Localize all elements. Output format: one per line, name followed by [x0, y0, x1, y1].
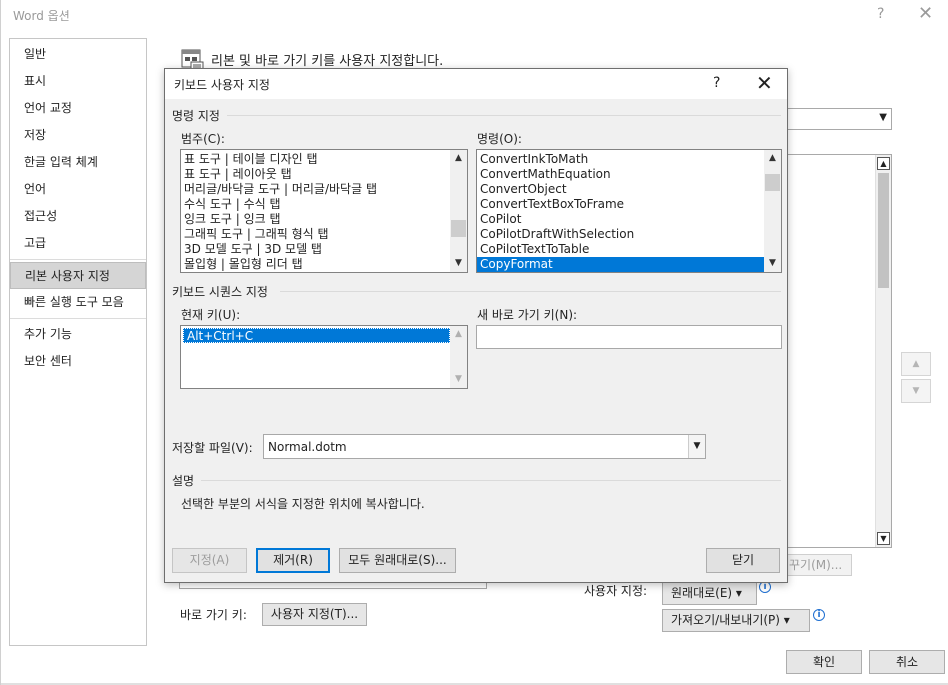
- nav-item-add-ins[interactable]: 추가 기능: [10, 321, 146, 348]
- list-item[interactable]: 그래픽 도구 | 그래픽 형식 탭: [181, 227, 467, 242]
- scroll-down-icon[interactable]: ▼: [764, 255, 781, 272]
- move-up-button[interactable]: ▲: [901, 352, 931, 376]
- list-item[interactable]: 표 도구 | 테이블 디자인 탭: [181, 152, 467, 167]
- ribbon-list-scrollbar[interactable]: ▲ ▼: [875, 155, 891, 547]
- description-text: 선택한 부분의 서식을 지정한 위치에 복사합니다.: [181, 497, 425, 511]
- page-heading-text: 리본 및 바로 가기 키를 사용자 지정합니다.: [211, 53, 444, 69]
- reset-dropdown[interactable]: 원래대로(E) ▾: [662, 582, 757, 605]
- chevron-down-icon: ▼: [879, 112, 887, 123]
- customize-keyboard-dialog: 키보드 사용자 지정 ? ✕ 명령 지정 범주(C): 표 도구 | 테이블 디…: [164, 68, 788, 583]
- description-group-label: 설명: [172, 474, 195, 488]
- list-item[interactable]: CoPilot: [477, 212, 781, 227]
- list-item[interactable]: 몰입형 | 몰입형 리더 탭: [181, 257, 467, 272]
- list-item[interactable]: CoPilotDraftWithSelection: [477, 227, 781, 242]
- current-keys-scrollbar[interactable]: ▲ ▼: [450, 326, 467, 388]
- customize-shortcuts-button[interactable]: 사용자 지정(T)...: [262, 603, 367, 626]
- scroll-thumb[interactable]: [765, 174, 780, 191]
- nav-item-quick-access-toolbar[interactable]: 빠른 실행 도구 모음: [10, 289, 146, 316]
- current-keys-label: 현재 키(U):: [181, 308, 241, 322]
- move-down-button[interactable]: ▼: [901, 379, 931, 403]
- nav-item-accessibility[interactable]: 접근성: [10, 203, 146, 230]
- category-list[interactable]: 표 도구 | 테이블 디자인 탭 표 도구 | 레이아웃 탭 머리글/바닥글 도…: [180, 149, 468, 273]
- nav-item-customize-ribbon[interactable]: 리본 사용자 지정: [10, 262, 146, 289]
- window-title: Word 옵션: [13, 9, 70, 23]
- close-icon[interactable]: ✕: [918, 3, 933, 24]
- nav-divider: [10, 318, 146, 319]
- ok-button[interactable]: 확인: [786, 650, 862, 674]
- list-item[interactable]: ConvertObject: [477, 182, 781, 197]
- category-label: 범주(C):: [181, 132, 225, 146]
- help-icon[interactable]: ?: [877, 6, 884, 22]
- reset-all-button[interactable]: 모두 원래대로(S)...: [339, 548, 456, 573]
- command-scrollbar[interactable]: ▲ ▼: [764, 150, 781, 272]
- close-button[interactable]: 닫기: [706, 548, 780, 573]
- options-nav: 일반 표시 언어 교정 저장 한글 입력 체계 언어 접근성 고급 리본 사용자…: [9, 38, 147, 646]
- list-item[interactable]: ConvertMathEquation: [477, 167, 781, 182]
- scroll-up-icon[interactable]: ▲: [450, 326, 467, 343]
- scroll-down-icon[interactable]: ▼: [450, 371, 467, 388]
- list-item[interactable]: 3D 모델 도구 | 3D 모델 탭: [181, 242, 467, 257]
- nav-item-proofing[interactable]: 언어 교정: [10, 95, 146, 122]
- nav-item-korean-input[interactable]: 한글 입력 체계: [10, 149, 146, 176]
- nav-item-language[interactable]: 언어: [10, 176, 146, 203]
- scroll-up-icon[interactable]: ▲: [877, 157, 890, 170]
- scroll-down-icon[interactable]: ▼: [877, 532, 890, 545]
- command-list[interactable]: ConvertInkToMath ConvertMathEquation Con…: [476, 149, 782, 273]
- command-group-label: 명령 지정: [172, 109, 220, 123]
- commands-dropdown-background[interactable]: ▼: [786, 108, 892, 130]
- scroll-thumb[interactable]: [451, 220, 466, 237]
- nav-item-trust-center[interactable]: 보안 센터: [10, 348, 146, 375]
- help-icon[interactable]: ?: [713, 75, 720, 91]
- scroll-up-icon[interactable]: ▲: [764, 150, 781, 167]
- dialog-title: 키보드 사용자 지정: [174, 78, 270, 92]
- group-divider: [201, 480, 781, 481]
- command-label: 명령(O):: [477, 132, 522, 146]
- import-export-dropdown[interactable]: 가져오기/내보내기(P) ▾: [662, 609, 810, 632]
- list-item-selected[interactable]: Alt+Ctrl+C: [183, 328, 450, 343]
- remove-button[interactable]: 제거(R): [256, 548, 330, 573]
- scroll-down-icon[interactable]: ▼: [450, 255, 467, 272]
- category-scrollbar[interactable]: ▲ ▼: [450, 150, 467, 272]
- scroll-thumb[interactable]: [878, 173, 889, 288]
- current-keys-list[interactable]: Alt+Ctrl+C ▲ ▼: [180, 325, 468, 389]
- close-icon[interactable]: ✕: [756, 71, 773, 95]
- new-shortcut-input[interactable]: [476, 325, 782, 349]
- chevron-down-icon[interactable]: ▼: [688, 435, 705, 458]
- list-item[interactable]: ConvertTextBoxToFrame: [477, 197, 781, 212]
- nav-item-advanced[interactable]: 고급: [10, 230, 146, 257]
- nav-item-general[interactable]: 일반: [10, 41, 146, 68]
- list-item[interactable]: 수식 도구 | 수식 탭: [181, 197, 467, 212]
- key-group-label: 키보드 시퀀스 지정: [172, 285, 268, 299]
- nav-divider: [10, 259, 146, 260]
- keyboard-shortcuts-label: 바로 가기 키:: [180, 608, 247, 622]
- customizations-label: 사용자 지정:: [584, 584, 648, 598]
- assign-button[interactable]: 지정(A): [172, 548, 247, 573]
- save-in-dropdown[interactable]: Normal.dotm ▼: [263, 434, 706, 459]
- list-item[interactable]: 잉크 도구 | 잉크 탭: [181, 212, 467, 227]
- save-in-value: Normal.dotm: [268, 440, 347, 454]
- group-divider: [227, 115, 781, 116]
- list-item[interactable]: 표 도구 | 레이아웃 탭: [181, 167, 467, 182]
- save-in-label: 저장할 파일(V):: [172, 441, 253, 455]
- list-item[interactable]: CoPilotTextToTable: [477, 242, 781, 257]
- info-icon[interactable]: i: [813, 609, 825, 621]
- list-item-selected[interactable]: CopyFormat: [477, 257, 781, 272]
- cancel-button[interactable]: 취소: [869, 650, 945, 674]
- group-divider: [280, 291, 781, 292]
- dialog-titlebar: 키보드 사용자 지정 ? ✕: [165, 69, 787, 99]
- list-item[interactable]: 머리글/바닥글 도구 | 머리글/바닥글 탭: [181, 182, 467, 197]
- list-item[interactable]: ConvertInkToMath: [477, 152, 781, 167]
- new-key-label: 새 바로 가기 키(N):: [477, 308, 578, 322]
- nav-item-save[interactable]: 저장: [10, 122, 146, 149]
- scroll-up-icon[interactable]: ▲: [450, 150, 467, 167]
- nav-item-display[interactable]: 표시: [10, 68, 146, 95]
- ribbon-tabs-list-background[interactable]: ▲ ▼: [786, 154, 892, 548]
